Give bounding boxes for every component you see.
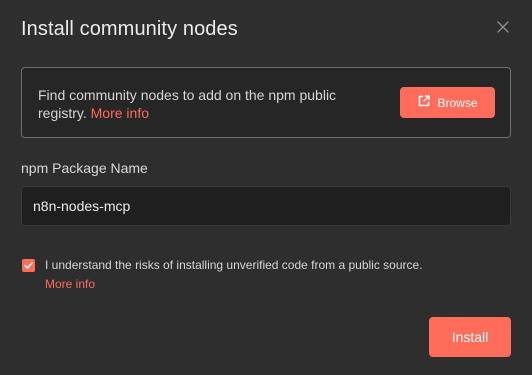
- package-name-input[interactable]: [21, 186, 511, 226]
- consent-more-info-link[interactable]: More info: [45, 277, 95, 291]
- dialog-title: Install community nodes: [21, 18, 238, 40]
- risk-consent-checkbox[interactable]: [22, 259, 35, 272]
- browse-label: Browse: [437, 95, 478, 110]
- risk-consent-text: I understand the risks of installing unv…: [45, 258, 423, 272]
- close-icon[interactable]: [494, 18, 512, 36]
- install-community-nodes-dialog: Install community nodes Find community n…: [0, 0, 532, 375]
- external-link-icon: [417, 94, 431, 111]
- info-more-info-link[interactable]: More info: [91, 105, 149, 121]
- browse-button[interactable]: Browse: [400, 87, 495, 118]
- install-button[interactable]: Install: [429, 317, 511, 357]
- info-text: Find community nodes to add on the npm p…: [38, 86, 383, 122]
- info-panel: Find community nodes to add on the npm p…: [21, 67, 511, 138]
- checkmark-icon: [24, 262, 33, 269]
- info-description: Find community nodes to add on the npm p…: [38, 87, 337, 121]
- package-name-label: npm Package Name: [21, 160, 148, 176]
